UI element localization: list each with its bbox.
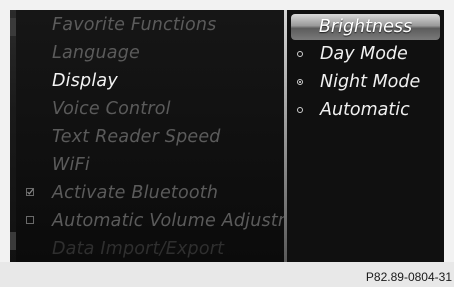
option-night-mode[interactable]: Night Mode — [287, 70, 444, 96]
option-automatic[interactable]: Automatic — [287, 98, 444, 124]
option-label: Automatic — [320, 100, 410, 120]
screen-frame-top — [0, 0, 454, 10]
menu-item-automatic-volume-adjustment[interactable]: Automatic Volume Adjustment — [16, 208, 284, 234]
submenu-title: Brightness — [318, 17, 413, 37]
menu-item-label: Data Import/Export — [52, 239, 225, 259]
screen-frame-left — [0, 10, 10, 262]
menu-item-data-import-export[interactable]: Data Import/Export — [16, 236, 284, 262]
menu-item-label: Voice Control — [52, 99, 171, 119]
menu-item-label: Automatic Volume Adjustment — [52, 211, 284, 231]
menu-item-label: Text Reader Speed — [52, 127, 221, 147]
brightness-submenu: Brightness Day Mode Night Mode Automatic — [287, 10, 444, 262]
menu-item-wifi[interactable]: WiFi — [16, 152, 284, 178]
menu-item-text-reader-speed[interactable]: Text Reader Speed — [16, 124, 284, 150]
submenu-title-bar: Brightness — [291, 14, 440, 40]
figure-caption: P82.89-0804-31 — [365, 270, 452, 284]
menu-item-favorite-functions[interactable]: Favorite Functions — [16, 12, 284, 38]
menu-item-display[interactable]: Display — [16, 68, 284, 94]
radio-icon[interactable] — [297, 107, 303, 113]
radio-icon[interactable] — [297, 79, 303, 85]
screen-frame-right — [444, 10, 454, 262]
menu-item-label: Activate Bluetooth — [52, 183, 219, 203]
display-screen: Favorite Functions Language Display Voic… — [0, 0, 454, 262]
menu-item-label: Display — [52, 71, 118, 91]
option-day-mode[interactable]: Day Mode — [287, 42, 444, 68]
menu-item-label: WiFi — [52, 155, 90, 175]
menu-item-voice-control[interactable]: Voice Control — [16, 96, 284, 122]
settings-menu: Favorite Functions Language Display Voic… — [16, 10, 284, 262]
menu-item-label: Language — [52, 43, 140, 63]
menu-item-language[interactable]: Language — [16, 40, 284, 66]
menu-item-label: Favorite Functions — [52, 15, 217, 35]
check-icon[interactable] — [26, 188, 34, 196]
option-label: Night Mode — [320, 72, 421, 92]
empty-square-icon[interactable] — [26, 216, 34, 224]
menu-item-activate-bluetooth[interactable]: Activate Bluetooth — [16, 180, 284, 206]
radio-icon[interactable] — [297, 51, 303, 57]
option-label: Day Mode — [320, 44, 408, 64]
